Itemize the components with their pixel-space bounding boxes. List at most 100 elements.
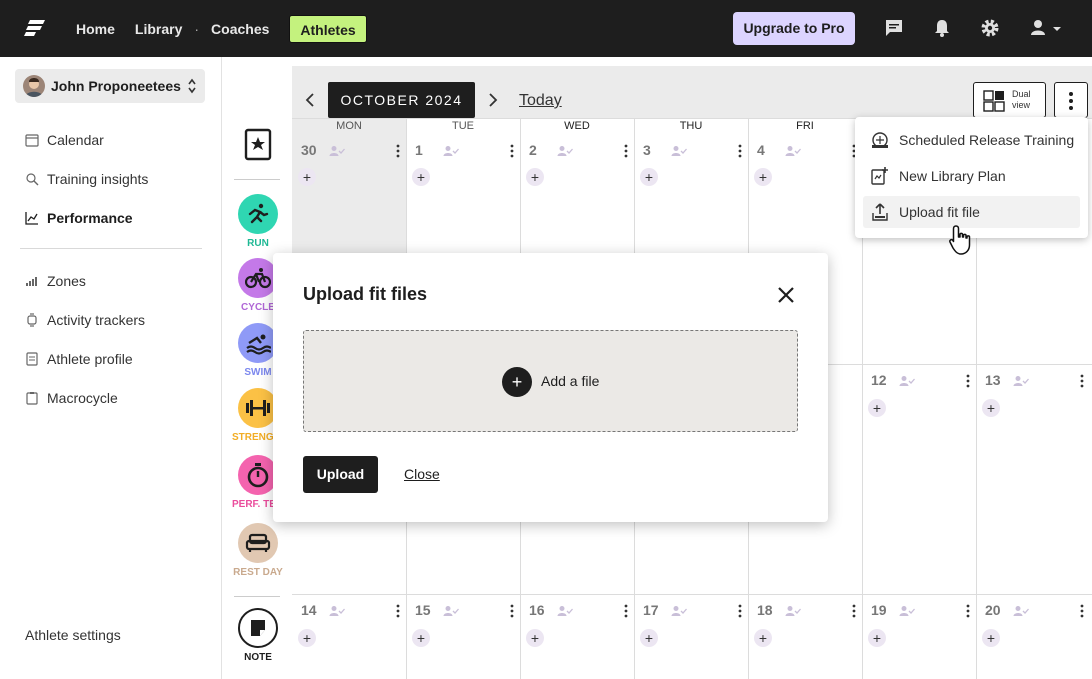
- day-number: 18: [757, 602, 773, 618]
- day-kebab-icon[interactable]: [396, 604, 400, 618]
- add-workout-button[interactable]: +: [640, 168, 658, 186]
- day-number: 20: [985, 602, 1001, 618]
- add-workout-button[interactable]: +: [412, 629, 430, 647]
- sidebar-item-zones[interactable]: Zones: [25, 273, 86, 289]
- nav-athletes[interactable]: Athletes: [289, 15, 367, 43]
- sidebar-item-macrocycle[interactable]: Macrocycle: [25, 390, 118, 406]
- palette-swim[interactable]: SWIM: [238, 323, 278, 378]
- palette-perf-test[interactable]: PERF. TEST: [232, 455, 284, 510]
- close-icon[interactable]: [776, 285, 796, 305]
- athlete-check-icon[interactable]: [1013, 605, 1029, 617]
- add-workout-button[interactable]: +: [982, 399, 1000, 417]
- palette-run[interactable]: RUN: [238, 194, 278, 249]
- day-number: 19: [871, 602, 887, 618]
- upgrade-button[interactable]: Upgrade to Pro: [733, 12, 855, 45]
- athlete-check-icon[interactable]: [329, 145, 345, 157]
- dual-view-label: view: [1012, 100, 1031, 110]
- close-link[interactable]: Close: [404, 466, 440, 482]
- chevron-right-icon[interactable]: [487, 92, 499, 108]
- add-file-label: Add a file: [541, 373, 600, 389]
- menu-item-label: Upload fit file: [899, 204, 980, 220]
- month-selector[interactable]: OCTOBER 2024: [328, 82, 475, 118]
- sidebar-item-athlete-profile[interactable]: Athlete profile: [25, 351, 133, 367]
- chat-icon[interactable]: [884, 18, 904, 38]
- sidebar-item-training-insights[interactable]: Training insights: [25, 171, 148, 187]
- nav-library[interactable]: Library: [125, 15, 192, 43]
- day-kebab-icon[interactable]: [624, 144, 628, 158]
- palette-rest-day[interactable]: REST DAY: [233, 523, 283, 578]
- sidebar-item-activity-trackers[interactable]: Activity trackers: [25, 312, 145, 328]
- athlete-check-icon[interactable]: [899, 605, 915, 617]
- add-workout-button[interactable]: +: [526, 168, 544, 186]
- athlete-check-icon[interactable]: [443, 145, 459, 157]
- athlete-check-icon[interactable]: [557, 145, 573, 157]
- swim-icon: [238, 323, 278, 363]
- athlete-check-icon[interactable]: [671, 605, 687, 617]
- palette-divider: [234, 179, 280, 180]
- day-kebab-icon[interactable]: [738, 144, 742, 158]
- add-workout-button[interactable]: +: [754, 168, 772, 186]
- library-book-icon[interactable]: [243, 127, 273, 161]
- day-kebab-icon[interactable]: [510, 604, 514, 618]
- athlete-settings-link[interactable]: Athlete settings: [25, 627, 121, 643]
- sidebar-divider: [20, 248, 202, 249]
- sidebar-item-performance[interactable]: Performance: [25, 210, 133, 226]
- gear-icon[interactable]: [980, 18, 1000, 38]
- add-workout-button[interactable]: +: [640, 629, 658, 647]
- athlete-check-icon[interactable]: [443, 605, 459, 617]
- today-link[interactable]: Today: [519, 92, 562, 110]
- add-workout-button[interactable]: +: [298, 629, 316, 647]
- more-options-button[interactable]: [1054, 82, 1088, 118]
- bell-icon[interactable]: [932, 18, 952, 38]
- athlete-check-icon[interactable]: [557, 605, 573, 617]
- day-kebab-icon[interactable]: [966, 374, 970, 388]
- add-workout-button[interactable]: +: [754, 629, 772, 647]
- day-kebab-icon[interactable]: [852, 604, 856, 618]
- athlete-check-icon[interactable]: [1013, 375, 1029, 387]
- athlete-check-icon[interactable]: [785, 145, 801, 157]
- add-workout-button[interactable]: +: [298, 168, 316, 186]
- stopwatch-icon: [238, 455, 278, 495]
- day-kebab-icon[interactable]: [1080, 374, 1084, 388]
- athlete-check-icon[interactable]: [785, 605, 801, 617]
- day-kebab-icon[interactable]: [1080, 604, 1084, 618]
- day-number: 4: [757, 142, 765, 158]
- user-menu-icon[interactable]: [1030, 18, 1064, 38]
- add-workout-button[interactable]: +: [526, 629, 544, 647]
- add-workout-button[interactable]: +: [982, 629, 1000, 647]
- dual-view-button[interactable]: Dual view: [973, 82, 1046, 118]
- athlete-check-icon[interactable]: [899, 375, 915, 387]
- upload-button[interactable]: Upload: [303, 456, 378, 493]
- day-number: 17: [643, 602, 659, 618]
- profile-icon: [26, 352, 38, 366]
- sidebar-item-calendar[interactable]: Calendar: [25, 132, 104, 148]
- avatar: [23, 75, 45, 97]
- nav-coaches[interactable]: Coaches: [201, 15, 279, 43]
- menu-item-scheduled-release-training[interactable]: Scheduled Release Training: [863, 124, 1080, 156]
- athlete-check-icon[interactable]: [329, 605, 345, 617]
- palette-note[interactable]: NOTE: [238, 608, 278, 663]
- app-logo-icon[interactable]: [24, 19, 46, 37]
- palette-cycle[interactable]: CYCLE: [238, 258, 278, 313]
- day-kebab-icon[interactable]: [396, 144, 400, 158]
- note-icon: [238, 608, 278, 648]
- day-kebab-icon[interactable]: [624, 604, 628, 618]
- day-kebab-icon[interactable]: [738, 604, 742, 618]
- file-drop-zone[interactable]: + Add a file: [303, 330, 798, 432]
- day-kebab-icon[interactable]: [510, 144, 514, 158]
- sidebar-item-label: Performance: [47, 210, 133, 226]
- add-workout-button[interactable]: +: [868, 629, 886, 647]
- upload-icon: [872, 203, 888, 221]
- palette-strength[interactable]: STRENGTH: [232, 388, 284, 443]
- palette-label-note: NOTE: [244, 652, 272, 663]
- athlete-check-icon[interactable]: [671, 145, 687, 157]
- chevron-left-icon[interactable]: [304, 92, 316, 108]
- sofa-icon: [238, 523, 278, 563]
- add-workout-button[interactable]: +: [412, 168, 430, 186]
- nav-home[interactable]: Home: [66, 15, 125, 43]
- day-kebab-icon[interactable]: [966, 604, 970, 618]
- menu-item-new-library-plan[interactable]: New Library Plan: [863, 160, 1080, 192]
- athlete-selector[interactable]: John Proponeetees: [15, 69, 205, 103]
- add-workout-button[interactable]: +: [868, 399, 886, 417]
- day-number: 3: [643, 142, 651, 158]
